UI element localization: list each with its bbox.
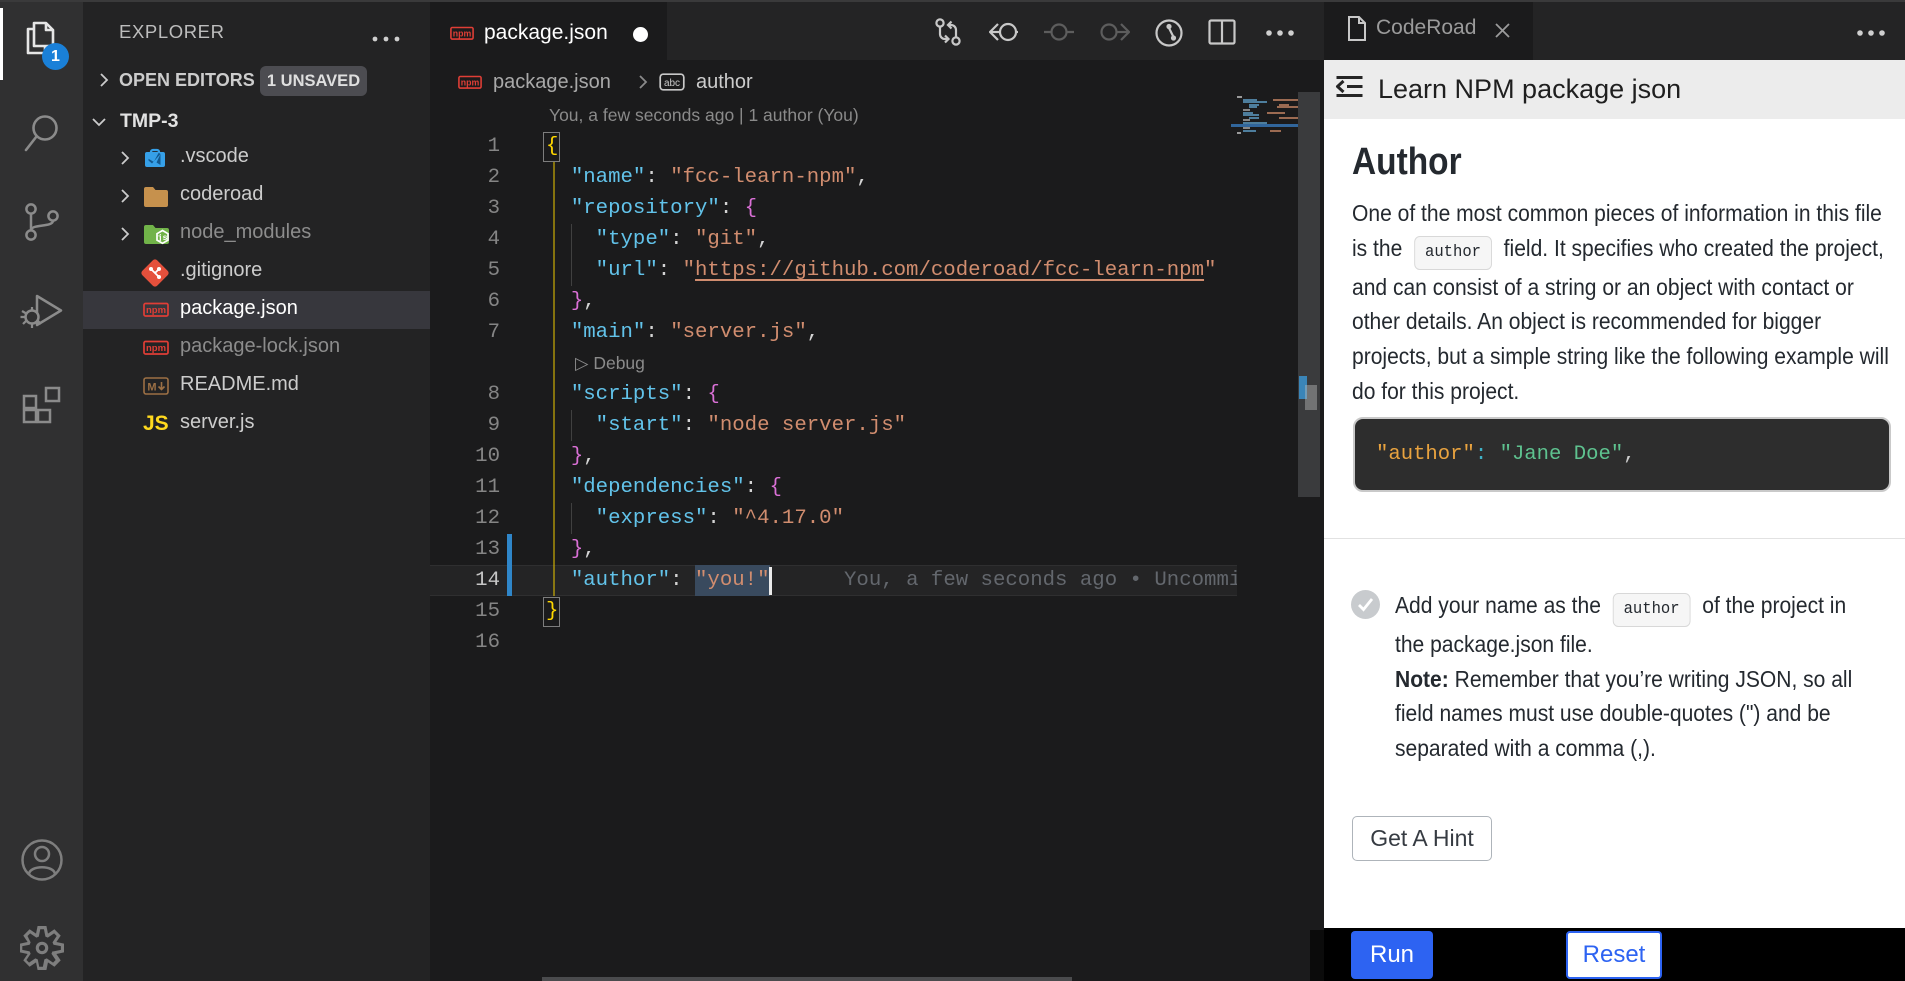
svg-text:npm: npm — [461, 77, 480, 87]
svg-text:M: M — [147, 382, 156, 394]
svg-text:abc: abc — [664, 78, 680, 89]
svg-text:npm: npm — [146, 343, 166, 354]
svg-text:npm: npm — [146, 305, 166, 316]
svg-text:npm: npm — [453, 28, 472, 38]
svg-text:js: js — [157, 233, 167, 243]
